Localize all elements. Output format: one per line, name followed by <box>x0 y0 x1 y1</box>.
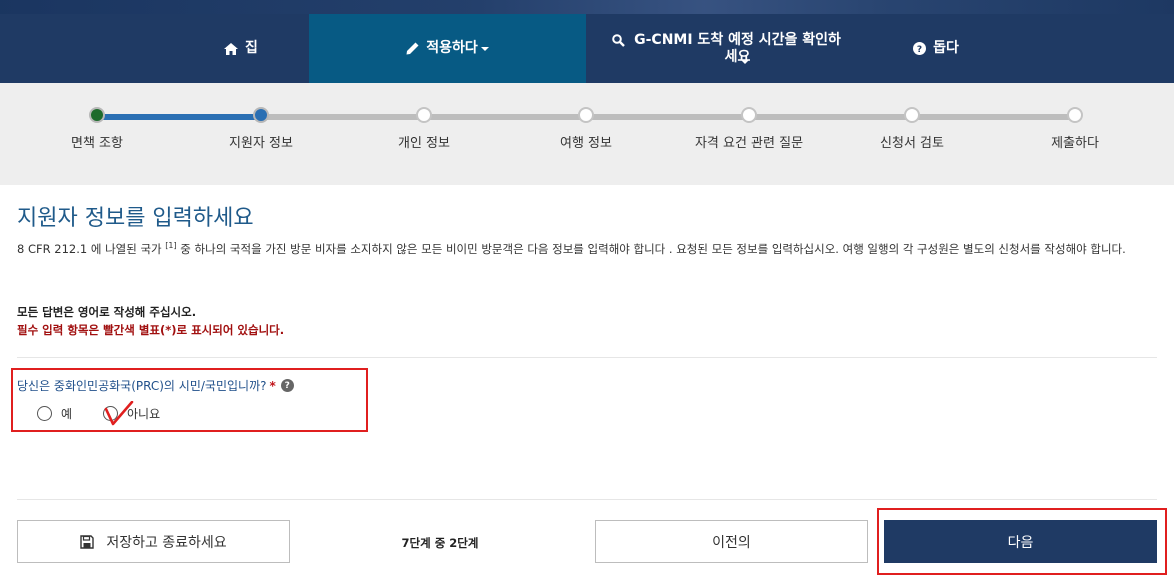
step-label-personal-info: 개인 정보 <box>398 136 450 151</box>
nav-check-eta[interactable]: G-CNMI 도착 예정 시간을 확인하세요 <box>605 14 850 83</box>
svg-text:?: ? <box>917 45 922 55</box>
step-dot-personal-info <box>416 107 432 123</box>
caret-down-icon <box>480 46 489 51</box>
save-and-exit-label: 저장하고 종료하세요 <box>106 534 227 551</box>
checkmark-annotation <box>104 401 134 426</box>
step-label-eligibility: 자격 요건 관련 질문 <box>694 136 804 151</box>
next-button[interactable]: 다음 <box>884 520 1157 563</box>
progress-stepper: 면책 조항 지원자 정보 개인 정보 여행 정보 자격 요건 관련 질문 신청서… <box>0 83 1174 185</box>
nav-help[interactable]: ? 돕다 <box>896 14 976 83</box>
divider <box>17 499 1157 500</box>
prc-question: 당신은 중화인민공화국(PRC)의 시민/국민입니까? * ? <box>17 377 294 394</box>
radio-yes-label[interactable]: 예 <box>61 405 72 422</box>
step-dot-applicant-info <box>253 107 269 123</box>
nav-help-label: 돕다 <box>933 40 959 56</box>
step-label-travel-info: 여행 정보 <box>560 136 612 151</box>
nav-apply-label: 적용하다 <box>426 40 478 56</box>
save-and-exit-button[interactable]: 저장하고 종료하세요 <box>17 520 290 563</box>
top-navigation: 집 적용하다 G-CNMI 도착 예정 시간을 확인하세요 ? 돕다 <box>0 0 1174 83</box>
nav-apply[interactable]: 적용하다 <box>309 14 586 83</box>
caret-down-icon <box>741 60 749 64</box>
required-note: 필수 입력 항목은 빨간색 별표(*)로 표시되어 있습니다. <box>17 323 285 337</box>
step-label-disclaimer: 면책 조항 <box>71 136 123 151</box>
step-dot-travel-info <box>578 107 594 123</box>
intro-text: 8 CFR 212.1 에 나열된 국가 [1] 중 하나의 국적을 가진 방문… <box>17 236 1157 259</box>
required-asterisk: * <box>269 378 276 393</box>
intro-text-start: 8 CFR 212.1 에 나열된 국가 <box>17 241 166 256</box>
intro-text-end: 중 하나의 국적을 가진 방문 비자를 소지하지 않은 모든 비이민 방문객은 … <box>176 241 1126 256</box>
pencil-icon <box>406 42 419 55</box>
step-label-applicant-info: 지원자 정보 <box>229 136 293 151</box>
previous-button[interactable]: 이전의 <box>595 520 868 563</box>
step-dot-disclaimer <box>89 107 105 123</box>
step-label-submit: 제출하다 <box>1051 136 1099 151</box>
divider <box>17 357 1157 358</box>
nav-check-eta-label: G-CNMI 도착 예정 시간을 확인하세요 <box>634 31 841 65</box>
step-label-review: 신청서 검토 <box>880 136 944 151</box>
english-note: 모든 답변은 영어로 작성해 주십시오. <box>17 305 197 319</box>
search-icon <box>611 33 625 47</box>
nav-home-label: 집 <box>245 40 258 56</box>
nav-home[interactable]: 집 <box>198 14 284 83</box>
floppy-disk-icon <box>80 534 95 549</box>
step-dot-review <box>904 107 920 123</box>
footnote-link[interactable]: [1] <box>165 241 176 250</box>
progress-track-fill <box>97 114 261 120</box>
step-dot-submit <box>1067 107 1083 123</box>
home-icon <box>224 42 239 55</box>
prc-question-label: 당신은 중화인민공화국(PRC)의 시민/국민입니까? <box>17 379 267 393</box>
question-circle-icon: ? <box>913 42 927 55</box>
radio-yes[interactable] <box>37 406 52 421</box>
page-title: 지원자 정보를 입력하세요 <box>17 206 254 231</box>
help-icon[interactable]: ? <box>280 379 294 392</box>
step-dot-eligibility <box>741 107 757 123</box>
step-count: 7단계 중 2단계 <box>401 536 479 550</box>
